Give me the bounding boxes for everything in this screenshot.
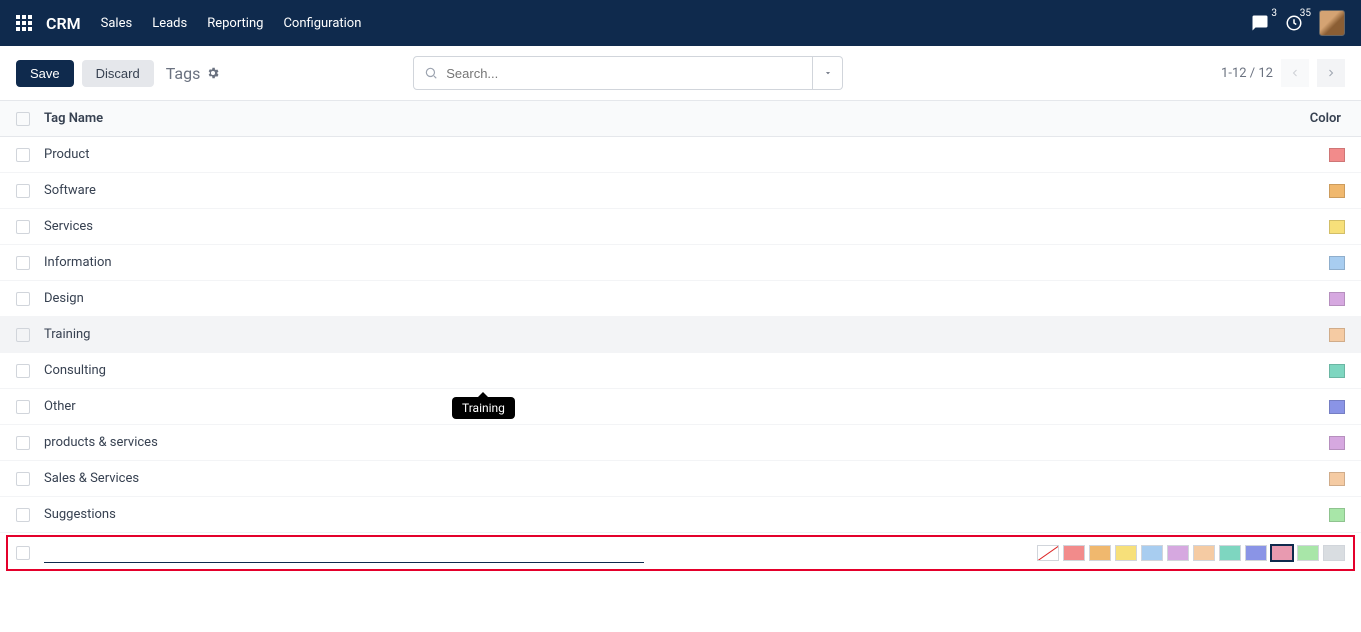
color-swatch[interactable] [1329,328,1345,342]
table-row[interactable]: Software [0,173,1361,209]
activity-badge: 35 [1298,8,1313,19]
palette-swatch[interactable] [1245,545,1267,561]
row-checkbox[interactable] [16,328,30,342]
top-navbar: CRM Sales Leads Reporting Configuration … [0,0,1361,46]
edit-row-checkbox[interactable] [16,546,30,560]
tag-name: Training [44,327,90,342]
palette-swatch[interactable] [1063,545,1085,561]
nav-reporting[interactable]: Reporting [207,16,263,31]
table-row[interactable]: Design [0,281,1361,317]
table-header: Tag Name Color [0,100,1361,137]
chevron-left-icon [1289,67,1301,79]
breadcrumb-title[interactable]: Tags [166,64,201,83]
table-row[interactable]: Sales & Services [0,461,1361,497]
chat-icon[interactable]: 3 [1251,14,1269,32]
color-swatch[interactable] [1329,364,1345,378]
tag-name: Information [44,255,112,270]
caret-down-icon [823,68,833,78]
palette-swatch[interactable] [1115,545,1137,561]
table-row[interactable]: Information [0,245,1361,281]
brand[interactable]: CRM [46,14,81,33]
row-checkbox[interactable] [16,256,30,270]
tag-name: Product [44,147,89,162]
row-checkbox[interactable] [16,400,30,414]
color-swatch[interactable] [1329,256,1345,270]
gear-icon[interactable] [206,66,220,80]
pager-prev[interactable] [1281,59,1309,87]
chevron-right-icon [1325,67,1337,79]
tag-name: products & services [44,435,158,450]
nav-leads[interactable]: Leads [152,16,187,31]
tag-name: Consulting [44,363,106,378]
tag-name: Services [44,219,93,234]
palette-swatch[interactable] [1141,545,1163,561]
table-row[interactable]: Services [0,209,1361,245]
tag-name: Sales & Services [44,471,139,486]
palette-swatch[interactable] [1323,545,1345,561]
activity-icon[interactable]: 35 [1285,14,1303,32]
nav-sales[interactable]: Sales [101,16,133,31]
search-icon [424,66,438,80]
tag-name: Software [44,183,96,198]
color-palette [1037,545,1345,561]
table-row[interactable]: Suggestions [0,497,1361,533]
table-row[interactable]: products & services [0,425,1361,461]
color-swatch[interactable] [1329,292,1345,306]
nav-configuration[interactable]: Configuration [283,16,361,31]
search-input[interactable] [446,66,802,81]
row-checkbox[interactable] [16,220,30,234]
palette-swatch[interactable] [1271,545,1293,561]
select-all-checkbox[interactable] [16,112,30,126]
palette-swatch[interactable] [1193,545,1215,561]
search-dropdown[interactable] [813,56,843,90]
new-tag-input[interactable] [44,543,644,563]
tag-name: Other [44,399,76,414]
chat-badge: 3 [1269,8,1279,19]
color-swatch[interactable] [1329,472,1345,486]
row-checkbox[interactable] [16,292,30,306]
palette-swatch[interactable] [1297,545,1319,561]
search-box[interactable] [413,56,813,90]
row-checkbox[interactable] [16,472,30,486]
apps-icon[interactable] [16,15,32,31]
row-checkbox[interactable] [16,508,30,522]
tooltip: Training [452,397,515,419]
color-swatch[interactable] [1329,400,1345,414]
palette-swatch[interactable] [1089,545,1111,561]
edit-row-highlight [6,535,1355,571]
table-row[interactable]: Product [0,137,1361,173]
color-swatch[interactable] [1329,508,1345,522]
color-swatch[interactable] [1329,436,1345,450]
tag-name: Suggestions [44,507,116,522]
control-toolbar: Save Discard Tags 1-12 / 12 [0,46,1361,100]
save-button[interactable]: Save [16,60,74,87]
breadcrumb: Tags [166,64,221,83]
user-avatar[interactable] [1319,10,1345,36]
table-row[interactable]: Training [0,317,1361,353]
row-checkbox[interactable] [16,364,30,378]
tag-name: Design [44,291,84,306]
pager-text[interactable]: 1-12 / 12 [1221,66,1273,81]
discard-button[interactable]: Discard [82,60,154,87]
color-swatch[interactable] [1329,220,1345,234]
row-checkbox[interactable] [16,436,30,450]
table-body: Product Software Services Information Design… [0,137,1361,533]
color-swatch[interactable] [1329,148,1345,162]
palette-swatch[interactable] [1167,545,1189,561]
palette-swatch[interactable] [1219,545,1241,561]
table-row[interactable]: Consulting [0,353,1361,389]
row-checkbox[interactable] [16,184,30,198]
color-swatch[interactable] [1329,184,1345,198]
column-header-name[interactable]: Tag Name [44,111,103,126]
palette-swatch[interactable] [1037,545,1059,561]
column-header-color[interactable]: Color [1310,111,1345,126]
table-row[interactable]: Other [0,389,1361,425]
row-checkbox[interactable] [16,148,30,162]
pager-next[interactable] [1317,59,1345,87]
